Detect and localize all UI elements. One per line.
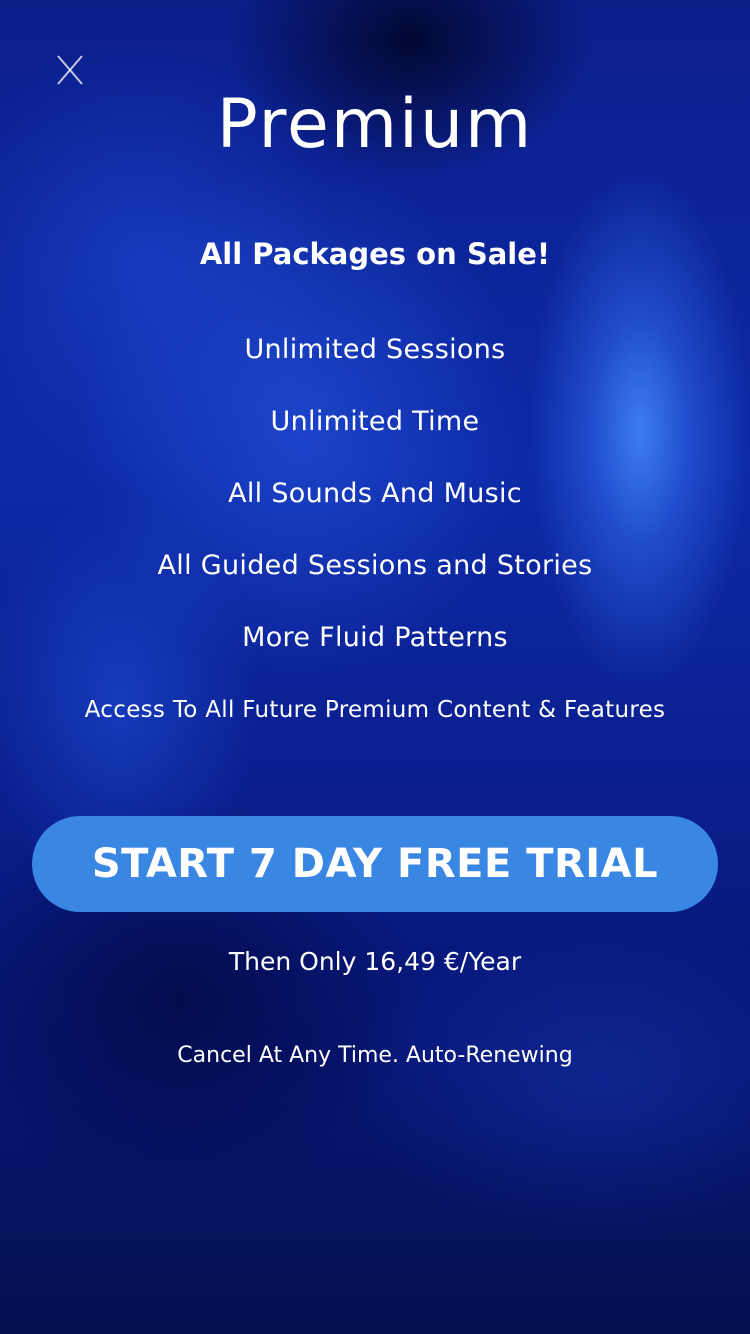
price-text: Then Only 16,49 €/Year [228, 947, 522, 976]
feature-item-sounds-music: All Sounds And Music [228, 478, 522, 509]
sale-headline: All Packages on Sale! [199, 237, 551, 271]
feature-item-unlimited-sessions: Unlimited Sessions [244, 334, 506, 365]
feature-item-future-content: Access To All Future Premium Content & F… [84, 697, 666, 723]
feature-list: Unlimited Sessions Unlimited Time All So… [0, 328, 750, 760]
terms-text: Cancel At Any Time. Auto-Renewing [177, 1043, 573, 1068]
feature-item-guided-sessions: All Guided Sessions and Stories [157, 550, 593, 581]
feature-item-fluid-patterns: More Fluid Patterns [242, 622, 508, 653]
feature-item-unlimited-time: Unlimited Time [270, 406, 480, 437]
start-free-trial-button[interactable]: START 7 DAY FREE TRIAL [32, 816, 718, 912]
premium-paywall-screen: Premium All Packages on Sale! Unlimited … [0, 0, 750, 1334]
page-title: Premium [216, 85, 534, 164]
